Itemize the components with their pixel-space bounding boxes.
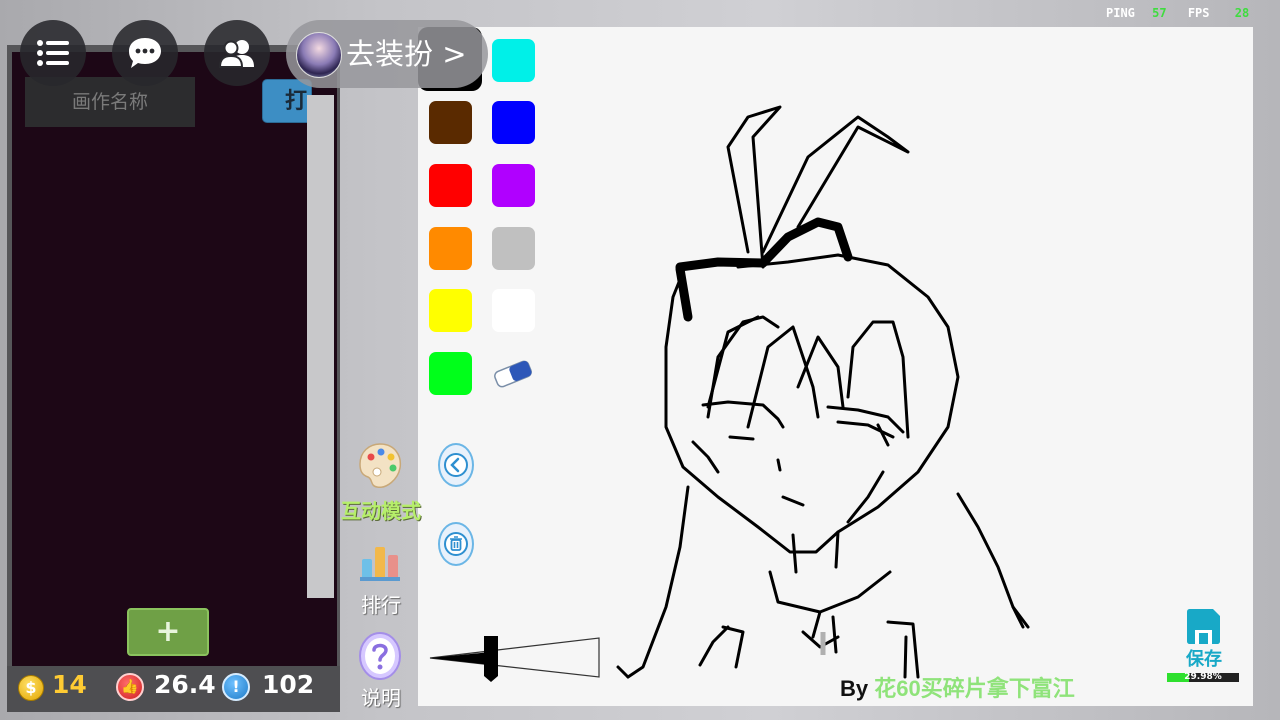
ranking-label[interactable]: 排行 bbox=[336, 589, 426, 618]
fps-value: 28 bbox=[1234, 6, 1250, 20]
undo-button[interactable] bbox=[438, 443, 474, 487]
fps-label: FPS bbox=[1187, 6, 1210, 20]
menu-button[interactable] bbox=[20, 20, 86, 86]
cyan-swatch[interactable] bbox=[492, 39, 535, 82]
trash-icon bbox=[444, 532, 468, 556]
green-swatch[interactable] bbox=[429, 352, 472, 395]
chat-button[interactable] bbox=[112, 20, 178, 86]
alert-count: 102 bbox=[262, 670, 315, 699]
signature-name: 花60买碎片拿下富江 bbox=[874, 676, 1075, 701]
list-menu-icon bbox=[37, 40, 69, 66]
clear-canvas-button[interactable] bbox=[438, 522, 474, 566]
ranking-icon[interactable] bbox=[359, 541, 401, 583]
red-swatch[interactable] bbox=[429, 164, 472, 207]
chat-bubble-icon bbox=[129, 38, 161, 68]
save-icon[interactable] bbox=[1183, 606, 1223, 646]
signature-prefix: By bbox=[840, 676, 869, 701]
palette-icon[interactable] bbox=[357, 441, 403, 491]
gallery-list[interactable] bbox=[12, 52, 337, 667]
performance-readout: PING 57 FPS 28 bbox=[1106, 6, 1249, 20]
like-count: 26.4 bbox=[154, 670, 216, 699]
blue-swatch[interactable] bbox=[492, 101, 535, 144]
gallery-scrollbar[interactable] bbox=[307, 95, 334, 598]
exclamation-icon: ! bbox=[222, 673, 250, 701]
eraser-icon[interactable] bbox=[491, 357, 535, 391]
print-button[interactable]: 打 bbox=[262, 79, 312, 123]
yellow-swatch[interactable] bbox=[429, 289, 472, 332]
coin-count: 14 bbox=[52, 670, 87, 699]
save-progress-text: 29.98% bbox=[1184, 672, 1222, 682]
add-artwork-button[interactable]: + bbox=[127, 608, 209, 656]
help-label[interactable]: 说明 bbox=[336, 682, 426, 711]
thumbs-up-icon: 👍 bbox=[116, 673, 144, 701]
ping-label: PING bbox=[1106, 6, 1135, 20]
avatar bbox=[296, 32, 342, 78]
brown-swatch[interactable] bbox=[429, 101, 472, 144]
brush-size-slider[interactable] bbox=[428, 628, 603, 684]
artist-signature: By 花60买碎片拿下富江 bbox=[840, 671, 1075, 703]
white-swatch[interactable] bbox=[492, 289, 535, 332]
interactive-mode-label[interactable]: 互动模式 bbox=[336, 495, 426, 524]
friends-icon bbox=[218, 40, 254, 68]
purple-swatch[interactable] bbox=[492, 164, 535, 207]
question-icon[interactable] bbox=[358, 631, 402, 681]
chevron-left-icon bbox=[444, 453, 468, 477]
ping-value: 57 bbox=[1152, 6, 1167, 20]
coin-icon: $ bbox=[18, 675, 44, 701]
friends-button[interactable] bbox=[204, 20, 270, 86]
sketch-drawing bbox=[616, 105, 1030, 679]
orange-swatch[interactable] bbox=[429, 227, 472, 270]
save-button[interactable]: 保存 bbox=[1176, 645, 1232, 671]
gray-swatch[interactable] bbox=[492, 227, 535, 270]
